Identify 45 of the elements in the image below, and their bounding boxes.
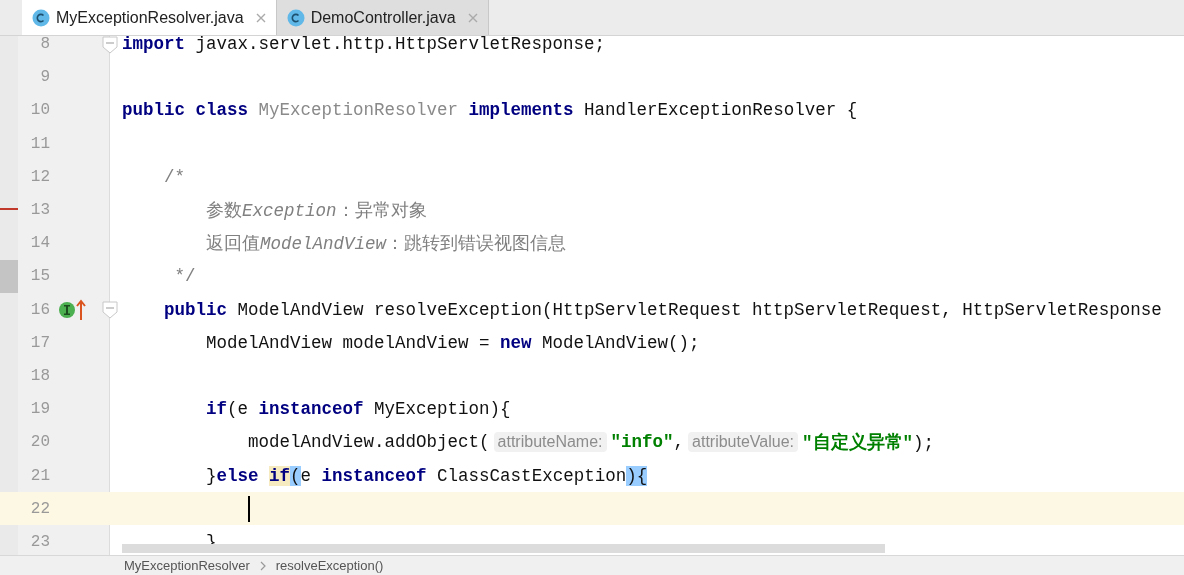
code-text: "info", bbox=[610, 432, 685, 453]
code-text: 参数Exception：异常对象 bbox=[205, 200, 427, 223]
line-number: 9 bbox=[39, 68, 50, 87]
code-text: import javax.servlet.http.HttpServletResponse; bbox=[122, 36, 606, 55]
line-number: 18 bbox=[29, 366, 50, 385]
line-number: 21 bbox=[29, 466, 50, 485]
code-text: 返回值ModelAndView：跳转到错误视图信息 bbox=[205, 233, 567, 256]
line-number: 23 bbox=[29, 532, 50, 551]
code-text: public ModelAndView resolveException(HttpServletRequest httpServletRequest, HttpServletResponse bbox=[163, 299, 1162, 320]
editor-tab[interactable]: DemoController.java bbox=[276, 0, 489, 35]
line-number: 17 bbox=[29, 333, 50, 352]
chevron-icon bbox=[259, 560, 266, 571]
line-number: 10 bbox=[29, 101, 50, 120]
class-icon bbox=[32, 8, 50, 27]
code-text: ModelAndView modelAndView = new ModelAndView(); bbox=[205, 332, 700, 353]
implements-method-icon[interactable] bbox=[58, 298, 88, 321]
editor-tab[interactable]: MyExceptionResolver.java bbox=[22, 0, 277, 35]
line-number: 19 bbox=[29, 400, 50, 419]
fold-icon[interactable] bbox=[102, 36, 118, 54]
line-number: 13 bbox=[29, 201, 50, 220]
code-text: }else if(e instanceof ClassCastException){ bbox=[205, 465, 648, 486]
parameter-hint: attributeValue: bbox=[688, 432, 799, 453]
code-text: modelAndView.addObject( bbox=[247, 432, 490, 453]
line-number: 12 bbox=[29, 167, 50, 186]
breadcrumb[interactable]: resolveException() bbox=[275, 558, 384, 573]
line-number: 8 bbox=[39, 36, 50, 54]
line-number: 20 bbox=[29, 433, 50, 452]
breadcrumb[interactable]: MyExceptionResolver bbox=[124, 558, 250, 573]
code-text: public class MyExceptionResolver implements HandlerExceptionResolver { bbox=[122, 100, 858, 121]
line-number: 11 bbox=[29, 134, 50, 153]
code-text: /* bbox=[163, 166, 185, 187]
code-text: if(e instanceof MyException){ bbox=[205, 399, 511, 420]
fold-icon[interactable] bbox=[102, 301, 118, 319]
text-cursor bbox=[248, 495, 250, 522]
line-number: 16 bbox=[29, 300, 50, 319]
code-text: "自定义异常"); bbox=[802, 431, 935, 455]
line-number: 15 bbox=[29, 267, 50, 286]
close-icon[interactable] bbox=[467, 12, 478, 23]
code-text: */ bbox=[173, 266, 196, 287]
parameter-hint: attributeName: bbox=[493, 432, 607, 453]
scrollbar[interactable] bbox=[122, 544, 885, 553]
class-icon bbox=[286, 8, 305, 27]
line-number: 14 bbox=[29, 234, 50, 253]
close-icon[interactable] bbox=[255, 12, 266, 23]
line-number: 22 bbox=[29, 499, 50, 518]
